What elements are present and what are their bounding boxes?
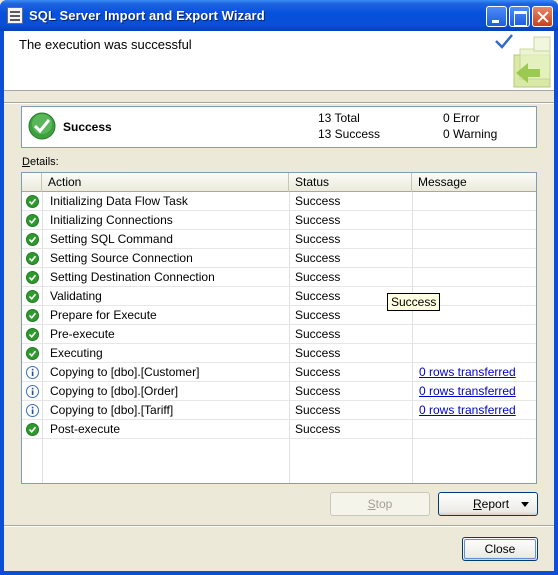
footer-divider: [4, 525, 554, 527]
maximize-button[interactable]: [509, 6, 530, 27]
table-row[interactable]: Copying to [dbo].[Tariff] Success 0 rows t…: [22, 401, 536, 420]
success-icon: [22, 192, 42, 211]
status-cell: Success: [295, 251, 341, 265]
app-icon: [7, 7, 23, 24]
wizard-window: SQL Server Import and Export Wizard The …: [0, 0, 558, 575]
message-cell: 0 rows transferred: [419, 382, 534, 401]
message-cell: [419, 344, 534, 363]
action-cell: Initializing Data Flow Task: [50, 194, 188, 208]
table-row[interactable]: Copying to [dbo].[Customer] Success 0 rows…: [22, 363, 536, 382]
message-cell: [419, 249, 534, 268]
table-row[interactable]: Validating Success: [22, 287, 536, 306]
success-icon: [22, 420, 42, 439]
stop-button[interactable]: Stop: [330, 492, 430, 516]
status-tooltip: Success: [387, 293, 441, 311]
page-title: The execution was successful: [19, 37, 192, 52]
close-window-button[interactable]: [532, 6, 553, 27]
action-cell: Validating: [50, 289, 102, 303]
column-header-status[interactable]: Status: [289, 173, 412, 192]
message-cell: [419, 325, 534, 344]
summary-error-count: 0 Error: [443, 111, 480, 125]
header-band: The execution was successful: [4, 31, 554, 91]
success-icon: [22, 325, 42, 344]
column-header-message[interactable]: Message: [412, 173, 536, 192]
summary-success-count: 13 Success: [318, 127, 381, 141]
header-divider: [4, 102, 554, 104]
table-row[interactable]: Post-execute Success: [22, 420, 536, 439]
summary-warning-count: 0 Warning: [443, 127, 498, 141]
message-cell: [419, 192, 534, 211]
success-icon: [22, 268, 42, 287]
success-icon: [22, 306, 42, 325]
details-label: Details:: [22, 156, 59, 168]
action-cell: Prepare for Execute: [50, 308, 157, 322]
success-icon: [22, 287, 42, 306]
action-cell: Copying to [dbo].[Order]: [50, 384, 179, 398]
message-cell: [419, 211, 534, 230]
message-cell: 0 rows transferred: [419, 401, 534, 420]
success-check-icon: [28, 112, 56, 140]
table-row[interactable]: Initializing Data Flow Task Success: [22, 192, 536, 211]
table-row[interactable]: Setting Source Connection Success: [22, 249, 536, 268]
info-icon: [22, 382, 42, 401]
table-row[interactable]: Pre-execute Success: [22, 325, 536, 344]
success-icon: [22, 230, 42, 249]
minimize-button[interactable]: [486, 6, 507, 27]
success-icon: [22, 344, 42, 363]
action-cell: Post-execute: [50, 422, 121, 436]
details-grid[interactable]: Action Status Message Initializing Data …: [21, 172, 537, 484]
rows-transferred-link[interactable]: 0 rows transferred: [419, 365, 516, 379]
chevron-down-icon[interactable]: [521, 502, 529, 507]
message-cell: 0 rows transferred: [419, 363, 534, 382]
action-cell: Copying to [dbo].[Customer]: [50, 365, 200, 379]
table-row[interactable]: Prepare for Execute Success: [22, 306, 536, 325]
summary-panel: Success 13 Total 13 Success 0 Error 0 Wa…: [21, 106, 537, 148]
message-cell: [419, 420, 534, 439]
status-cell: Success: [295, 365, 341, 379]
table-row[interactable]: Executing Success: [22, 344, 536, 363]
success-icon: [22, 211, 42, 230]
column-header-icon[interactable]: [22, 173, 42, 192]
summary-status: Success: [63, 120, 112, 134]
rows-transferred-link[interactable]: 0 rows transferred: [419, 384, 516, 398]
status-cell: Success: [295, 346, 341, 360]
title-bar[interactable]: SQL Server Import and Export Wizard: [0, 0, 558, 31]
status-cell: Success: [295, 213, 341, 227]
status-cell: Success: [295, 270, 341, 284]
action-cell: Setting SQL Command: [50, 232, 173, 246]
wizard-banner-icon: [495, 34, 551, 88]
grid-header: Action Status Message: [22, 173, 536, 192]
status-cell: Success: [295, 384, 341, 398]
success-icon: [22, 249, 42, 268]
status-cell: Success: [295, 422, 341, 436]
status-cell: Success: [295, 403, 341, 417]
table-row[interactable]: Copying to [dbo].[Order] Success 0 rows tr…: [22, 382, 536, 401]
window-title: SQL Server Import and Export Wizard: [29, 8, 265, 23]
column-header-action[interactable]: Action: [42, 173, 289, 192]
status-cell: Success: [295, 194, 341, 208]
table-row[interactable]: Initializing Connections Success: [22, 211, 536, 230]
status-cell: Success: [295, 327, 341, 341]
info-icon: [22, 363, 42, 382]
action-cell: Setting Destination Connection: [50, 270, 215, 284]
action-cell: Pre-execute: [50, 327, 115, 341]
dialog-client: The execution was successful Success 13 …: [4, 31, 554, 571]
table-row[interactable]: Setting Destination Connection Success: [22, 268, 536, 287]
report-button[interactable]: Report: [438, 492, 538, 516]
message-cell: [419, 268, 534, 287]
status-cell: Success: [295, 232, 341, 246]
action-cell: Copying to [dbo].[Tariff]: [50, 403, 174, 417]
rows-transferred-link[interactable]: 0 rows transferred: [419, 403, 516, 417]
info-icon: [22, 401, 42, 420]
action-cell: Initializing Connections: [50, 213, 173, 227]
action-cell: Setting Source Connection: [50, 251, 193, 265]
message-cell: [419, 230, 534, 249]
close-button[interactable]: Close: [462, 537, 538, 561]
action-cell: Executing: [50, 346, 103, 360]
table-row[interactable]: Setting SQL Command Success: [22, 230, 536, 249]
summary-total: 13 Total: [318, 111, 360, 125]
